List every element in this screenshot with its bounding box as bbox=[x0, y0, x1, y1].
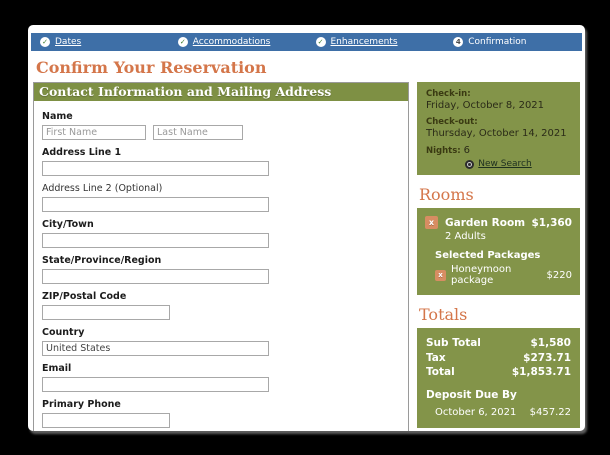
step-confirmation: 4 Confirmation bbox=[444, 37, 582, 47]
step-accommodations-label[interactable]: Accommodations bbox=[193, 37, 271, 47]
first-name-input[interactable] bbox=[42, 125, 146, 140]
new-search-link[interactable]: New Search bbox=[478, 159, 531, 169]
room-row: x Garden Room $1,360 bbox=[425, 216, 572, 229]
contact-section-header: Contact Information and Mailing Address bbox=[34, 83, 408, 101]
step-progress-bar: ✓ Dates ✓ Accommodations ✓ Enhancements … bbox=[31, 33, 582, 51]
address1-label: Address Line 1 bbox=[42, 147, 122, 158]
step-enhancements-label[interactable]: Enhancements bbox=[331, 37, 398, 47]
deposit-date: October 6, 2021 bbox=[435, 407, 517, 419]
nights-label: Nights: bbox=[426, 146, 461, 156]
package-name: Honeymoon package bbox=[451, 264, 512, 286]
state-input[interactable] bbox=[42, 269, 269, 284]
tax-row: Tax $273.71 bbox=[426, 351, 571, 366]
last-name-input[interactable] bbox=[153, 125, 243, 140]
rooms-heading: Rooms bbox=[419, 185, 474, 204]
step-accommodations[interactable]: ✓ Accommodations bbox=[169, 37, 307, 47]
selected-packages-label: Selected Packages bbox=[435, 250, 541, 261]
contact-info-section: Contact Information and Mailing Address … bbox=[33, 82, 409, 431]
check-icon: ✓ bbox=[177, 37, 188, 47]
step-number-icon: 4 bbox=[453, 37, 464, 47]
total-value: $1,853.71 bbox=[511, 366, 571, 379]
address1-input[interactable] bbox=[42, 161, 269, 176]
step-dates[interactable]: ✓ Dates bbox=[31, 37, 169, 47]
right-column: Check-in: Friday, October 8, 2021 Check-… bbox=[417, 82, 580, 429]
left-column: Contact Information and Mailing Address … bbox=[33, 82, 409, 431]
totals-heading: Totals bbox=[419, 305, 468, 324]
checkout-value: Thursday, October 14, 2021 bbox=[426, 128, 567, 139]
tax-label: Tax bbox=[426, 351, 446, 364]
checkin-value: Friday, October 8, 2021 bbox=[426, 100, 545, 111]
nights-value: 6 bbox=[463, 145, 471, 156]
reservation-window: ✓ Dates ✓ Accommodations ✓ Enhancements … bbox=[28, 25, 585, 431]
subtotal-value: $1,580 bbox=[530, 337, 571, 349]
email-input[interactable] bbox=[42, 377, 269, 392]
total-row: Total $1,853.71 bbox=[426, 365, 571, 380]
check-icon: ✓ bbox=[40, 37, 50, 47]
total-label: Total bbox=[426, 366, 455, 379]
state-label: State/Province/Region bbox=[42, 255, 162, 266]
page-title: Confirm Your Reservation bbox=[36, 58, 267, 77]
rooms-box: x Garden Room $1,360 2 Adults Selected P… bbox=[417, 208, 580, 295]
main-content: Contact Information and Mailing Address … bbox=[28, 82, 585, 431]
remove-room-button[interactable]: x bbox=[425, 216, 438, 229]
zip-label: ZIP/Postal Code bbox=[42, 291, 127, 302]
stay-summary-box: Check-in: Friday, October 8, 2021 Check-… bbox=[417, 82, 580, 175]
zip-input[interactable] bbox=[42, 305, 170, 320]
checkout-label: Check-out: bbox=[426, 117, 478, 127]
new-search-row: New Search bbox=[426, 159, 571, 169]
nights-row: Nights: 6 bbox=[426, 145, 571, 156]
address2-input[interactable] bbox=[42, 197, 269, 212]
package-row: x Honeymoon package $220 bbox=[435, 264, 572, 286]
deposit-amount: $457.22 bbox=[529, 407, 571, 419]
primary-phone-label: Primary Phone bbox=[42, 399, 121, 410]
city-label: City/Town bbox=[42, 219, 94, 230]
name-label: Name bbox=[42, 111, 73, 122]
tax-value: $273.71 bbox=[523, 351, 571, 364]
new-search-icon bbox=[465, 159, 475, 169]
room-occupancy: 2 Adults bbox=[445, 231, 486, 242]
checkin-label: Check-in: bbox=[426, 89, 471, 99]
primary-phone-input[interactable] bbox=[42, 413, 170, 428]
email-label: Email bbox=[42, 363, 72, 374]
name-row bbox=[42, 125, 400, 140]
city-input[interactable] bbox=[42, 233, 269, 248]
step-dates-label[interactable]: Dates bbox=[55, 37, 81, 47]
contact-form: Name Address Line 1 Address Line 2 (Opti… bbox=[34, 101, 408, 431]
room-price: $1,360 bbox=[531, 216, 572, 229]
package-price: $220 bbox=[546, 269, 572, 281]
step-confirmation-label: Confirmation bbox=[468, 37, 527, 47]
address2-label: Address Line 2 (Optional) bbox=[42, 183, 163, 194]
check-icon: ✓ bbox=[315, 37, 326, 47]
room-name: Garden Room bbox=[445, 216, 526, 229]
subtotal-row: Sub Total $1,580 bbox=[426, 336, 571, 351]
subtotal-label: Sub Total bbox=[426, 337, 481, 349]
remove-package-button[interactable]: x bbox=[435, 269, 446, 281]
deposit-due-label: Deposit Due By bbox=[426, 389, 517, 402]
step-enhancements[interactable]: ✓ Enhancements bbox=[307, 37, 445, 47]
totals-box: Sub Total $1,580 Tax $273.71 Total $1,85… bbox=[417, 328, 580, 429]
country-input[interactable] bbox=[42, 341, 269, 356]
deposit-row: October 6, 2021 $457.22 bbox=[426, 407, 571, 418]
country-label: Country bbox=[42, 327, 85, 338]
